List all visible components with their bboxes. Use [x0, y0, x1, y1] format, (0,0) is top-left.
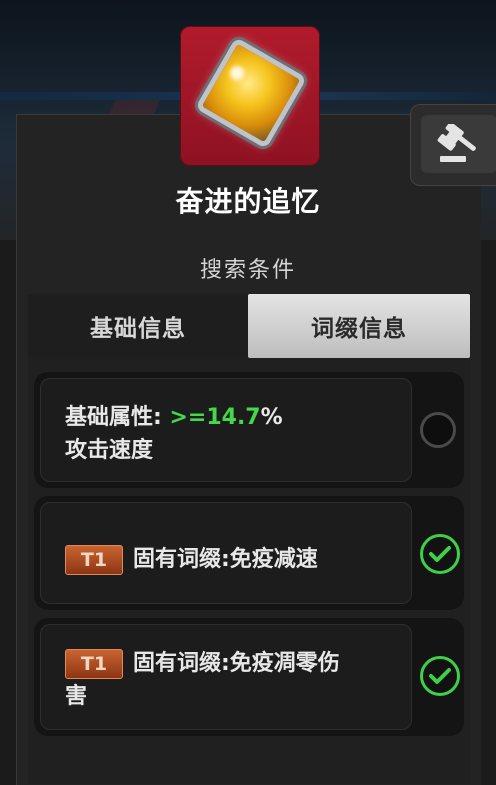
condition-card-body: 基础属性: >=14.7% 攻击速度	[40, 378, 412, 482]
check-glyph	[429, 546, 451, 562]
condition-card-attack-speed[interactable]: 基础属性: >=14.7% 攻击速度	[34, 372, 464, 488]
condition-card-immune-wither[interactable]: T1 固有词缀:免疫凋零伤害	[34, 618, 464, 736]
checkmark-icon[interactable]	[420, 534, 460, 574]
auction-button[interactable]	[410, 104, 496, 186]
item-icon-frame	[180, 26, 320, 166]
condition-value: >=14.7	[169, 405, 261, 430]
checkmark-icon[interactable]	[420, 656, 460, 696]
tier-badge: T1	[65, 649, 123, 679]
condition-text: T1 固有词缀:免疫减速	[65, 543, 405, 576]
condition-card-body: T1 固有词缀:免疫减速	[40, 502, 412, 604]
golden-crystal-icon	[194, 36, 308, 150]
condition-affix: 固有词缀:免疫减速	[133, 547, 318, 572]
item-name: 奋进的追忆	[175, 185, 321, 218]
condition-prefix: 基础属性:	[65, 405, 170, 430]
auction-hammer-icon	[437, 124, 476, 162]
auction-button-face	[421, 115, 496, 173]
check-glyph	[429, 668, 451, 684]
condition-card-body: T1 固有词缀:免疫凋零伤害	[40, 624, 412, 730]
tab-affix-info[interactable]: 词缀信息	[248, 294, 470, 358]
condition-text: T1 固有词缀:免疫凋零伤害	[65, 647, 355, 713]
condition-stat: 攻击速度	[65, 438, 154, 463]
search-conditions-label: 搜索条件	[199, 258, 296, 283]
condition-unit: %	[260, 405, 283, 430]
condition-text: 基础属性: >=14.7% 攻击速度	[65, 401, 405, 467]
tier-badge: T1	[65, 545, 123, 575]
tab-basic-info[interactable]: 基础信息	[28, 294, 248, 358]
crystal-shine	[230, 66, 244, 80]
unselected-radio-icon[interactable]	[420, 412, 456, 448]
condition-card-immune-slow[interactable]: T1 固有词缀:免疫减速	[34, 496, 464, 610]
